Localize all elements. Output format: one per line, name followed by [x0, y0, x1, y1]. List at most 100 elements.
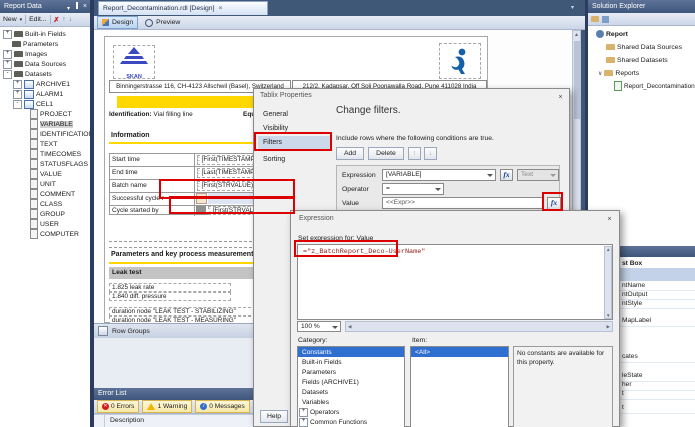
show-all-files-icon[interactable] — [591, 16, 599, 22]
help-button[interactable]: Help — [260, 410, 288, 423]
tab-close-icon[interactable]: × — [218, 5, 222, 12]
code-hscrollbar[interactable]: ◀ ▶ — [345, 321, 613, 332]
tree-item-text[interactable]: TEXT — [0, 139, 90, 149]
properties-icon[interactable] — [602, 15, 609, 23]
preview-tab-button[interactable]: Preview — [141, 18, 184, 27]
leak-row[interactable]: 1.840 diff. pressure — [109, 292, 231, 301]
tree-item-comment[interactable]: COMMENT — [0, 189, 90, 199]
tree-item-images[interactable]: + Images — [0, 49, 90, 59]
property-row[interactable]: ntName — [622, 282, 645, 289]
tree-item-class[interactable]: CLASS — [0, 199, 90, 209]
zoom-combo[interactable]: 100 % — [297, 321, 341, 332]
tree-item-statusflags[interactable]: STATUSFLAGS — [0, 159, 90, 169]
category-item-operators[interactable]: + Operators — [298, 407, 404, 417]
warnings-filter-button[interactable]: 1 Warning — [142, 400, 193, 413]
scroll-left-icon[interactable]: ◀ — [348, 324, 351, 330]
scroll-up-icon[interactable]: ▲ — [574, 32, 579, 38]
solution-explorer-titlebar[interactable]: Solution Explorer — [588, 0, 695, 13]
messages-filter-button[interactable]: i 0 Messages — [195, 400, 250, 413]
property-row[interactable]: MapLabel — [622, 317, 651, 324]
tree-item-archive1[interactable]: + ARCHIVE1 — [0, 79, 90, 89]
property-row[interactable]: ntStyle — [622, 300, 642, 307]
description-column-header[interactable]: Description — [110, 415, 144, 427]
expander-icon[interactable]: - — [13, 99, 22, 109]
nav-general[interactable]: General — [258, 108, 332, 121]
operator-combo[interactable]: = — [382, 183, 444, 195]
scrollbar-thumb[interactable] — [574, 41, 580, 119]
tree-item-data-sources[interactable]: + Data Sources — [0, 59, 90, 69]
design-tab-button[interactable]: Design — [97, 16, 139, 29]
expander-icon[interactable]: + — [3, 59, 12, 69]
move-up-icon[interactable]: ↑ — [62, 16, 65, 23]
new-button[interactable]: New — [3, 16, 17, 23]
delete-icon[interactable]: ✗ — [54, 16, 60, 24]
tree-item-datasets[interactable]: - Datasets — [0, 69, 90, 79]
category-item-built-in-fields[interactable]: Built-in Fields — [298, 357, 404, 367]
tree-item-group[interactable]: GROUP — [0, 209, 90, 219]
add-button[interactable]: Add — [336, 147, 364, 160]
tree-item-identification[interactable]: IDENTIFICATION — [0, 129, 90, 139]
scroll-right-icon[interactable]: ▶ — [607, 324, 610, 330]
category-item-fields-archive1[interactable]: Fields (ARCHIVE1) — [298, 377, 404, 387]
tree-item-timecomes[interactable]: TIMECOMES — [0, 149, 90, 159]
item-list[interactable]: <All> — [410, 346, 509, 427]
property-row[interactable]: ntOutput — [622, 291, 647, 298]
solution-item-report-rdl[interactable]: Report_Decontamination.rdl — [588, 81, 695, 91]
chevron-down-icon[interactable]: ▾ — [20, 17, 23, 23]
logo-cell-right[interactable] — [439, 43, 481, 79]
expander-icon[interactable]: - — [3, 69, 12, 79]
category-item-datasets[interactable]: Datasets — [298, 387, 404, 397]
scroll-up-icon[interactable]: ▲ — [606, 247, 610, 252]
property-row[interactable]: leState — [622, 372, 643, 379]
tree-item-cel1[interactable]: - CEL1 — [0, 99, 90, 109]
duration-row[interactable]: duration node "LEAK TEST - STABILIZING" — [109, 307, 261, 316]
tree-item-computer[interactable]: COMPUTER — [0, 229, 90, 239]
close-icon[interactable]: × — [554, 92, 567, 103]
move-down-button[interactable]: ↓ — [424, 147, 437, 160]
category-item-common-functions[interactable]: + Common Functions — [298, 417, 404, 427]
expander-icon[interactable]: + — [3, 49, 12, 59]
nav-sorting[interactable]: Sorting — [258, 153, 332, 166]
code-vscrollbar[interactable]: ▲ ▼ — [604, 246, 612, 319]
category-item-variables[interactable]: Variables — [298, 397, 404, 407]
tree-item-variable[interactable]: VARIABLE — [0, 119, 90, 129]
expander-icon[interactable]: + — [299, 417, 308, 427]
errors-filter-button[interactable]: ✕ 0 Errors — [97, 400, 140, 413]
expander-icon[interactable]: + — [299, 407, 308, 417]
category-item-constants[interactable]: Constants — [298, 347, 404, 357]
tree-item-alarm1[interactable]: + ALARM1 — [0, 89, 90, 99]
move-down-icon[interactable]: ↓ — [69, 16, 72, 23]
expander-icon[interactable]: + — [13, 89, 22, 99]
move-up-button[interactable]: ↑ — [408, 147, 421, 160]
solution-item-report[interactable]: Report — [588, 29, 695, 39]
pin-icon[interactable] — [76, 2, 78, 9]
expression-combo[interactable]: [VARIABLE] — [382, 169, 496, 181]
expander-icon[interactable]: + — [3, 29, 12, 39]
tab-overflow-icon[interactable]: ▾ — [571, 4, 574, 11]
leak-row[interactable]: 1.825 leak rate — [109, 283, 231, 292]
tree-item-parameters[interactable]: Parameters — [0, 39, 90, 49]
solution-item-shared-datasets[interactable]: Shared Datasets — [588, 55, 695, 65]
property-row[interactable]: t — [622, 390, 624, 397]
expression-fx-button[interactable]: fx — [500, 169, 513, 181]
scroll-down-icon[interactable]: ▼ — [606, 313, 610, 318]
expander-icon[interactable]: + — [13, 79, 22, 89]
property-row[interactable]: cates — [622, 353, 638, 360]
document-tab[interactable]: Report_Decontamination.rdl [Design] × — [98, 1, 268, 15]
solution-item-reports[interactable]: ∨ Reports — [588, 68, 695, 78]
expander-open-icon[interactable]: ∨ — [598, 70, 602, 77]
category-item-parameters[interactable]: Parameters — [298, 367, 404, 377]
property-row[interactable]: her — [622, 381, 632, 388]
tree-item-user[interactable]: USER — [0, 219, 90, 229]
solution-item-shared-data-sources[interactable]: Shared Data Sources — [588, 42, 695, 52]
tree-item-built-in-fields[interactable]: + Built-in Fields — [0, 29, 90, 39]
edit-button[interactable]: Edit... — [29, 16, 46, 23]
close-icon[interactable]: × — [83, 0, 87, 13]
tree-item-unit[interactable]: UNIT — [0, 179, 90, 189]
close-icon[interactable]: × — [603, 214, 616, 225]
property-row[interactable]: t — [622, 404, 624, 411]
tree-item-value[interactable]: VALUE — [0, 169, 90, 179]
tree-item-project[interactable]: PROJECT — [0, 109, 90, 119]
value-input[interactable]: <<Expr>> — [382, 197, 544, 209]
delete-button[interactable]: Delete — [368, 147, 404, 160]
